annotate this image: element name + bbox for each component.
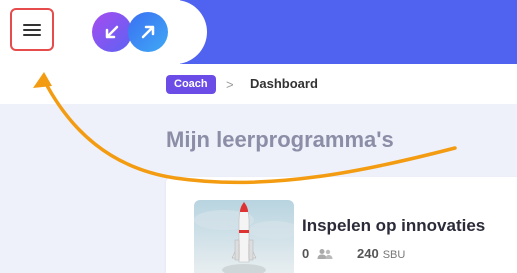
course-thumbnail[interactable] xyxy=(194,200,294,273)
hamburger-menu-icon xyxy=(23,23,41,36)
sbu-unit: SBU xyxy=(382,249,406,261)
page-title: Mijn leerprogramma's xyxy=(166,127,394,152)
participants-count: 0 xyxy=(302,246,310,261)
rocket-launch-image xyxy=(194,200,294,273)
sbu-value: 240 xyxy=(357,246,379,261)
header-bar xyxy=(180,0,517,64)
breadcrumb-coach-badge[interactable]: Coach xyxy=(166,75,216,94)
breadcrumb-separator: > xyxy=(226,77,234,92)
logo-icon[interactable] xyxy=(90,10,172,54)
course-title[interactable]: Inspelen op innovaties xyxy=(302,216,485,236)
sbu-stat: 240 SBU xyxy=(357,246,405,261)
breadcrumb-current: Dashboard xyxy=(250,76,318,91)
people-icon xyxy=(317,248,333,259)
menu-button[interactable] xyxy=(10,8,54,51)
participants-stat: 0 xyxy=(302,246,333,261)
